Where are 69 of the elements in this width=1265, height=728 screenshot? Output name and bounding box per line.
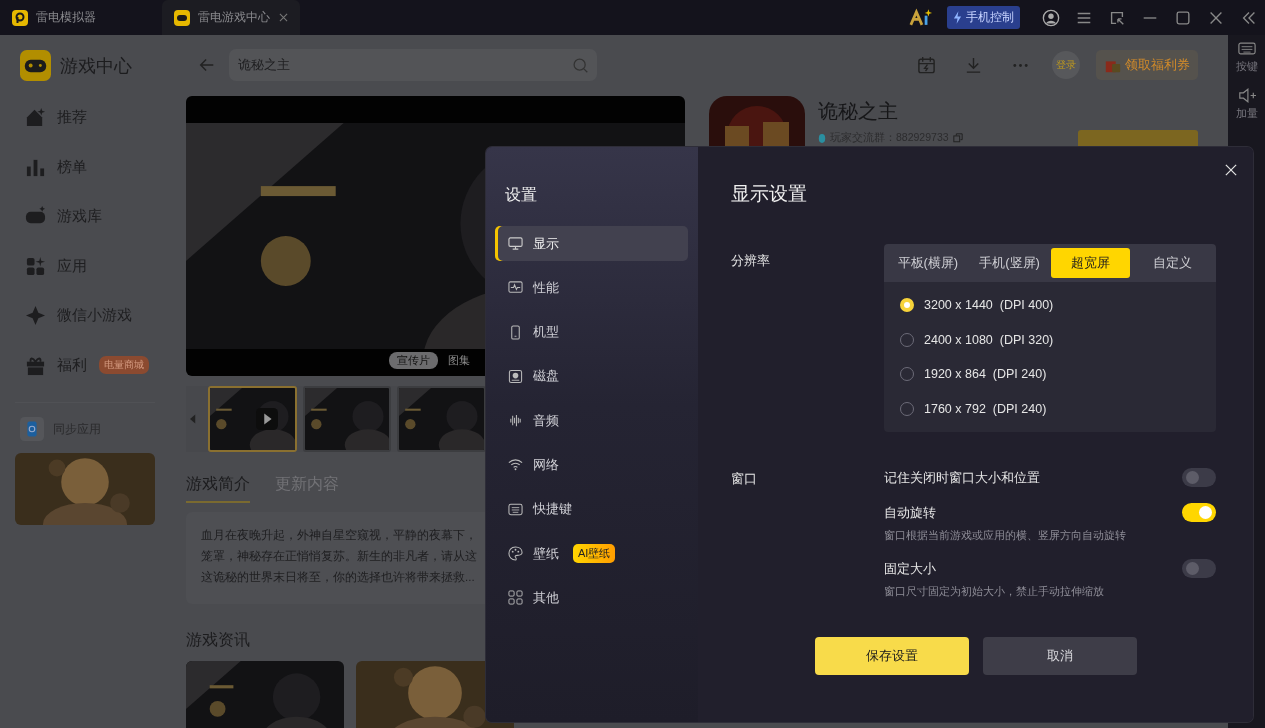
user-icon[interactable] — [1042, 8, 1060, 27]
pulse-icon — [508, 280, 523, 296]
lightning-icon — [953, 11, 962, 24]
resolution-mode-tab[interactable]: 自定义 — [1132, 248, 1212, 278]
keyboard-icon — [508, 501, 523, 517]
toggle-label: 记住关闭时窗口大小和位置 — [884, 468, 1040, 487]
media-tab[interactable]: 图集 — [440, 352, 478, 369]
panel-title: 显示设置 — [731, 182, 808, 206]
toggle-label: 自动旋转 — [884, 503, 936, 522]
resolution-option[interactable]: 2400 x 1080 (DPI 320) — [900, 322, 1216, 357]
calendar-icon[interactable] — [917, 55, 936, 75]
back-arrow-icon[interactable] — [198, 56, 216, 74]
toggle-switch[interactable] — [1182, 468, 1216, 487]
settings-nav-item[interactable]: 壁纸 AI壁纸 — [495, 536, 688, 572]
volume-up-icon — [1237, 88, 1256, 103]
grid-icon — [508, 590, 523, 606]
monitor-icon — [508, 236, 523, 251]
setting-label: 窗口 — [731, 470, 758, 488]
play-icon[interactable] — [256, 408, 278, 430]
wifi-icon — [508, 457, 523, 473]
resolution-mode-tab[interactable]: 平板(横屏) — [888, 248, 968, 278]
sidebar-badge: 电量商城 — [99, 356, 149, 375]
copy-icon[interactable] — [952, 133, 963, 143]
rail-button[interactable]: 按键 — [1235, 41, 1258, 74]
settings-nav-item[interactable]: 音频 — [495, 403, 688, 439]
gamepad-logo-icon — [20, 50, 51, 81]
app-tab[interactable]: 雷电模拟器 — [0, 0, 144, 35]
settings-nav-item[interactable]: 显示 — [495, 226, 688, 261]
home-icon — [25, 107, 46, 129]
media-tab[interactable]: 宣传片 — [389, 352, 438, 369]
settings-nav-item[interactable]: 性能 — [495, 270, 688, 306]
palette-icon — [508, 546, 523, 562]
settings-nav-item[interactable]: 机型 — [495, 314, 688, 350]
download-icon[interactable] — [964, 55, 983, 75]
phone-sync-icon — [20, 417, 44, 441]
waveform-icon — [508, 413, 523, 429]
toggle-switch[interactable] — [1182, 559, 1216, 578]
resolution-option[interactable]: 1760 x 792 (DPI 240) — [900, 391, 1216, 426]
settings-nav-item[interactable]: 磁盘 — [495, 358, 688, 394]
toggle-hint: 窗口尺寸固定为初始大小，禁止手动拉伸缩放 — [884, 584, 1105, 599]
ai-sparkle-icon[interactable] — [909, 8, 933, 27]
phone-icon — [508, 324, 523, 340]
settings-nav-item[interactable]: 网络 — [495, 447, 688, 483]
resolution-option[interactable]: 1920 x 864 (DPI 240) — [900, 357, 1216, 392]
apps-icon — [25, 255, 46, 277]
cancel-button[interactable]: 取消 — [983, 637, 1137, 675]
search-icon[interactable] — [572, 56, 589, 74]
resolution-mode-tab[interactable]: 超宽屏 — [1051, 248, 1131, 278]
maximize-icon[interactable] — [1174, 8, 1192, 27]
game-icon — [709, 96, 805, 147]
toggle-label: 固定大小 — [884, 559, 936, 578]
resolution-option[interactable]: 3200 x 1440 (DPI 400) — [900, 288, 1216, 323]
rail-button[interactable]: 加量 — [1235, 88, 1258, 121]
gamepad-icon — [174, 9, 190, 26]
settings-nav-item[interactable]: 其他 — [495, 580, 688, 616]
app-tab[interactable]: 雷电游戏中心 — [162, 0, 300, 35]
save-button[interactable]: 保存设置 — [815, 637, 969, 675]
resolution-mode-tab[interactable]: 手机(竖屏) — [969, 248, 1050, 278]
toggle-hint: 窗口根据当前游戏或应用的横、竖屏方向自动旋转 — [884, 528, 1127, 543]
feature-badge: AI壁纸 — [573, 544, 616, 564]
diamond-icon — [25, 305, 46, 327]
dialog-title: 设置 — [505, 185, 538, 205]
phone-control-button[interactable]: 手机控制 — [947, 6, 1020, 29]
toggle-switch[interactable] — [1182, 503, 1216, 522]
left-arrow-icon[interactable] — [190, 414, 196, 424]
setting-label: 分辨率 — [731, 252, 771, 270]
app-logo-icon — [12, 9, 28, 26]
settings-nav-item[interactable]: 快捷键 — [495, 491, 688, 527]
keyboard-icon — [1237, 41, 1256, 56]
